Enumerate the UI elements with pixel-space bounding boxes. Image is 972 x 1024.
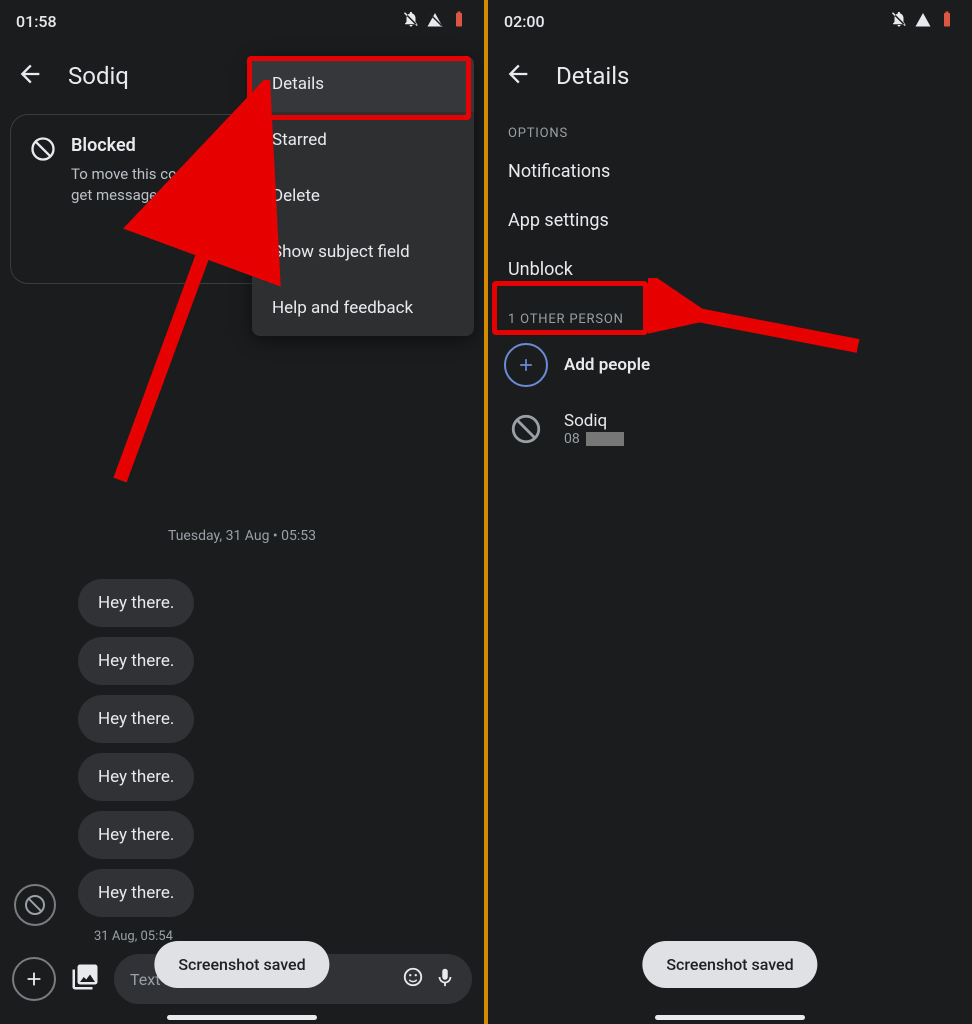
person-phone: 08 xyxy=(564,431,624,447)
messages-list: Hey there. Hey there. Hey there. Hey the… xyxy=(64,579,472,944)
voice-button[interactable] xyxy=(434,966,456,992)
option-notifications[interactable]: Notifications xyxy=(488,147,972,196)
menu-item-starred[interactable]: Starred xyxy=(252,112,474,168)
screenshot-saved-toast[interactable]: Screenshot saved xyxy=(642,941,817,988)
dnd-icon xyxy=(890,10,908,32)
option-unblock[interactable]: Unblock xyxy=(488,245,972,294)
status-time: 01:58 xyxy=(16,12,57,31)
date-divider: Tuesday, 31 Aug • 05:53 xyxy=(0,528,484,544)
menu-item-show-subject[interactable]: Show subject field xyxy=(252,224,474,280)
phone-screen-details: 02:00 Details OPTIONS Notifications App … xyxy=(486,0,972,1024)
signal-icon xyxy=(914,10,932,32)
status-icons xyxy=(402,10,468,32)
add-people-row[interactable]: Add people xyxy=(488,333,972,397)
message-bubble[interactable]: Hey there. xyxy=(78,811,194,859)
back-button[interactable] xyxy=(504,60,532,92)
status-time: 02:00 xyxy=(504,12,545,31)
gallery-button[interactable] xyxy=(70,962,100,996)
blocked-icon xyxy=(504,407,548,451)
menu-item-details[interactable]: Details xyxy=(252,56,474,112)
dnd-icon xyxy=(402,10,420,32)
section-label-options: OPTIONS xyxy=(488,108,972,147)
person-row[interactable]: Sodiq 08 xyxy=(488,397,972,461)
phone-screen-conversation: 01:58 Sodiq Blocked To move this convers… xyxy=(0,0,486,1024)
nav-home-indicator[interactable] xyxy=(167,1015,317,1020)
battery-icon xyxy=(938,10,956,32)
battery-icon xyxy=(450,10,468,32)
status-bar: 01:58 xyxy=(0,0,484,38)
signal-icon xyxy=(426,10,444,32)
redacted-phone xyxy=(586,432,624,446)
message-bubble[interactable]: Hey there. xyxy=(78,695,194,743)
screenshot-saved-toast[interactable]: Screenshot saved xyxy=(154,941,329,988)
conversation-title[interactable]: Sodiq xyxy=(68,62,129,90)
back-button[interactable] xyxy=(16,60,44,92)
menu-item-help[interactable]: Help and feedback xyxy=(252,280,474,336)
status-icons xyxy=(890,10,956,32)
add-attachment-button[interactable] xyxy=(12,957,56,1001)
app-bar: Details xyxy=(488,38,972,108)
menu-item-delete[interactable]: Delete xyxy=(252,168,474,224)
blocked-icon xyxy=(29,135,57,255)
message-bubble[interactable]: Hey there. xyxy=(78,637,194,685)
emoji-button[interactable] xyxy=(402,966,424,992)
status-bar: 02:00 xyxy=(488,0,972,38)
option-app-settings[interactable]: App settings xyxy=(488,196,972,245)
section-label-people: 1 OTHER PERSON xyxy=(488,294,972,333)
message-bubble[interactable]: Hey there. xyxy=(78,579,194,627)
message-bubble[interactable]: Hey there. xyxy=(78,869,194,917)
contact-avatar-blocked[interactable] xyxy=(14,884,56,926)
overflow-menu: Details Starred Delete Show subject fiel… xyxy=(252,56,474,336)
person-name: Sodiq xyxy=(564,411,624,431)
add-icon xyxy=(504,343,548,387)
message-bubble[interactable]: Hey there. xyxy=(78,753,194,801)
page-title: Details xyxy=(556,62,629,90)
add-people-label: Add people xyxy=(564,355,650,375)
nav-home-indicator[interactable] xyxy=(655,1015,805,1020)
